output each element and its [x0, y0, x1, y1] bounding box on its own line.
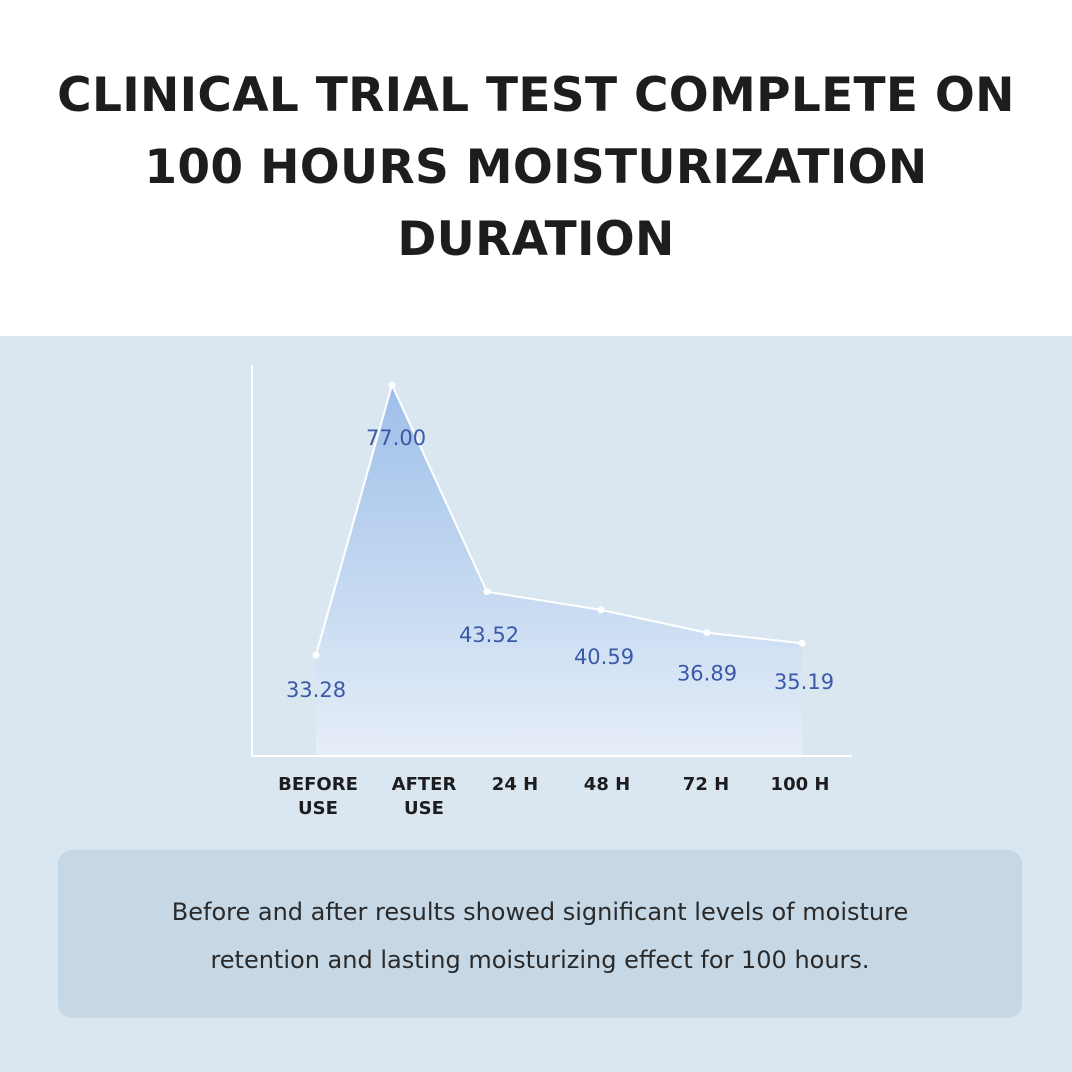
x-tick-label-2: 24 H [492, 774, 538, 795]
data-point-5 [798, 639, 806, 647]
data-point-4 [703, 629, 711, 637]
title-line-2: 100 HOURS MOISTURIZATION [144, 140, 928, 195]
x-tick-label-1: AFTER USE [392, 774, 457, 819]
x-tick-label-5: 100 H [771, 774, 830, 795]
value-label-2: 43.52 [459, 623, 519, 647]
x-tick-label-0: BEFORE USE [278, 774, 358, 819]
value-label-3: 40.59 [574, 645, 634, 669]
value-label-0: 33.28 [286, 678, 346, 702]
x-tick-label-3: 48 H [584, 774, 630, 795]
value-label-1: 77.00 [366, 426, 426, 450]
title-line-3: DURATION [397, 212, 675, 267]
summary-text: Before and after results showed signific… [171, 898, 909, 974]
data-point-2 [483, 588, 491, 596]
value-label-5: 35.19 [774, 670, 834, 694]
header-section: CLINICAL TRIAL TEST COMPLETE ON 100 HOUR… [0, 0, 1072, 336]
value-label-4: 36.89 [677, 662, 737, 686]
data-point-0 [312, 651, 320, 659]
title-line-1: CLINICAL TRIAL TEST COMPLETE ON [57, 68, 1015, 123]
data-point-1 [388, 381, 396, 389]
summary-box: Before and after results showed signific… [58, 850, 1022, 1018]
data-point-3 [597, 606, 605, 614]
x-tick-label-4: 72 H [683, 774, 729, 795]
moisturization-chart: 33.28 77.00 43.52 40.59 36.89 35.19 BEFORE USE… [251, 365, 852, 819]
